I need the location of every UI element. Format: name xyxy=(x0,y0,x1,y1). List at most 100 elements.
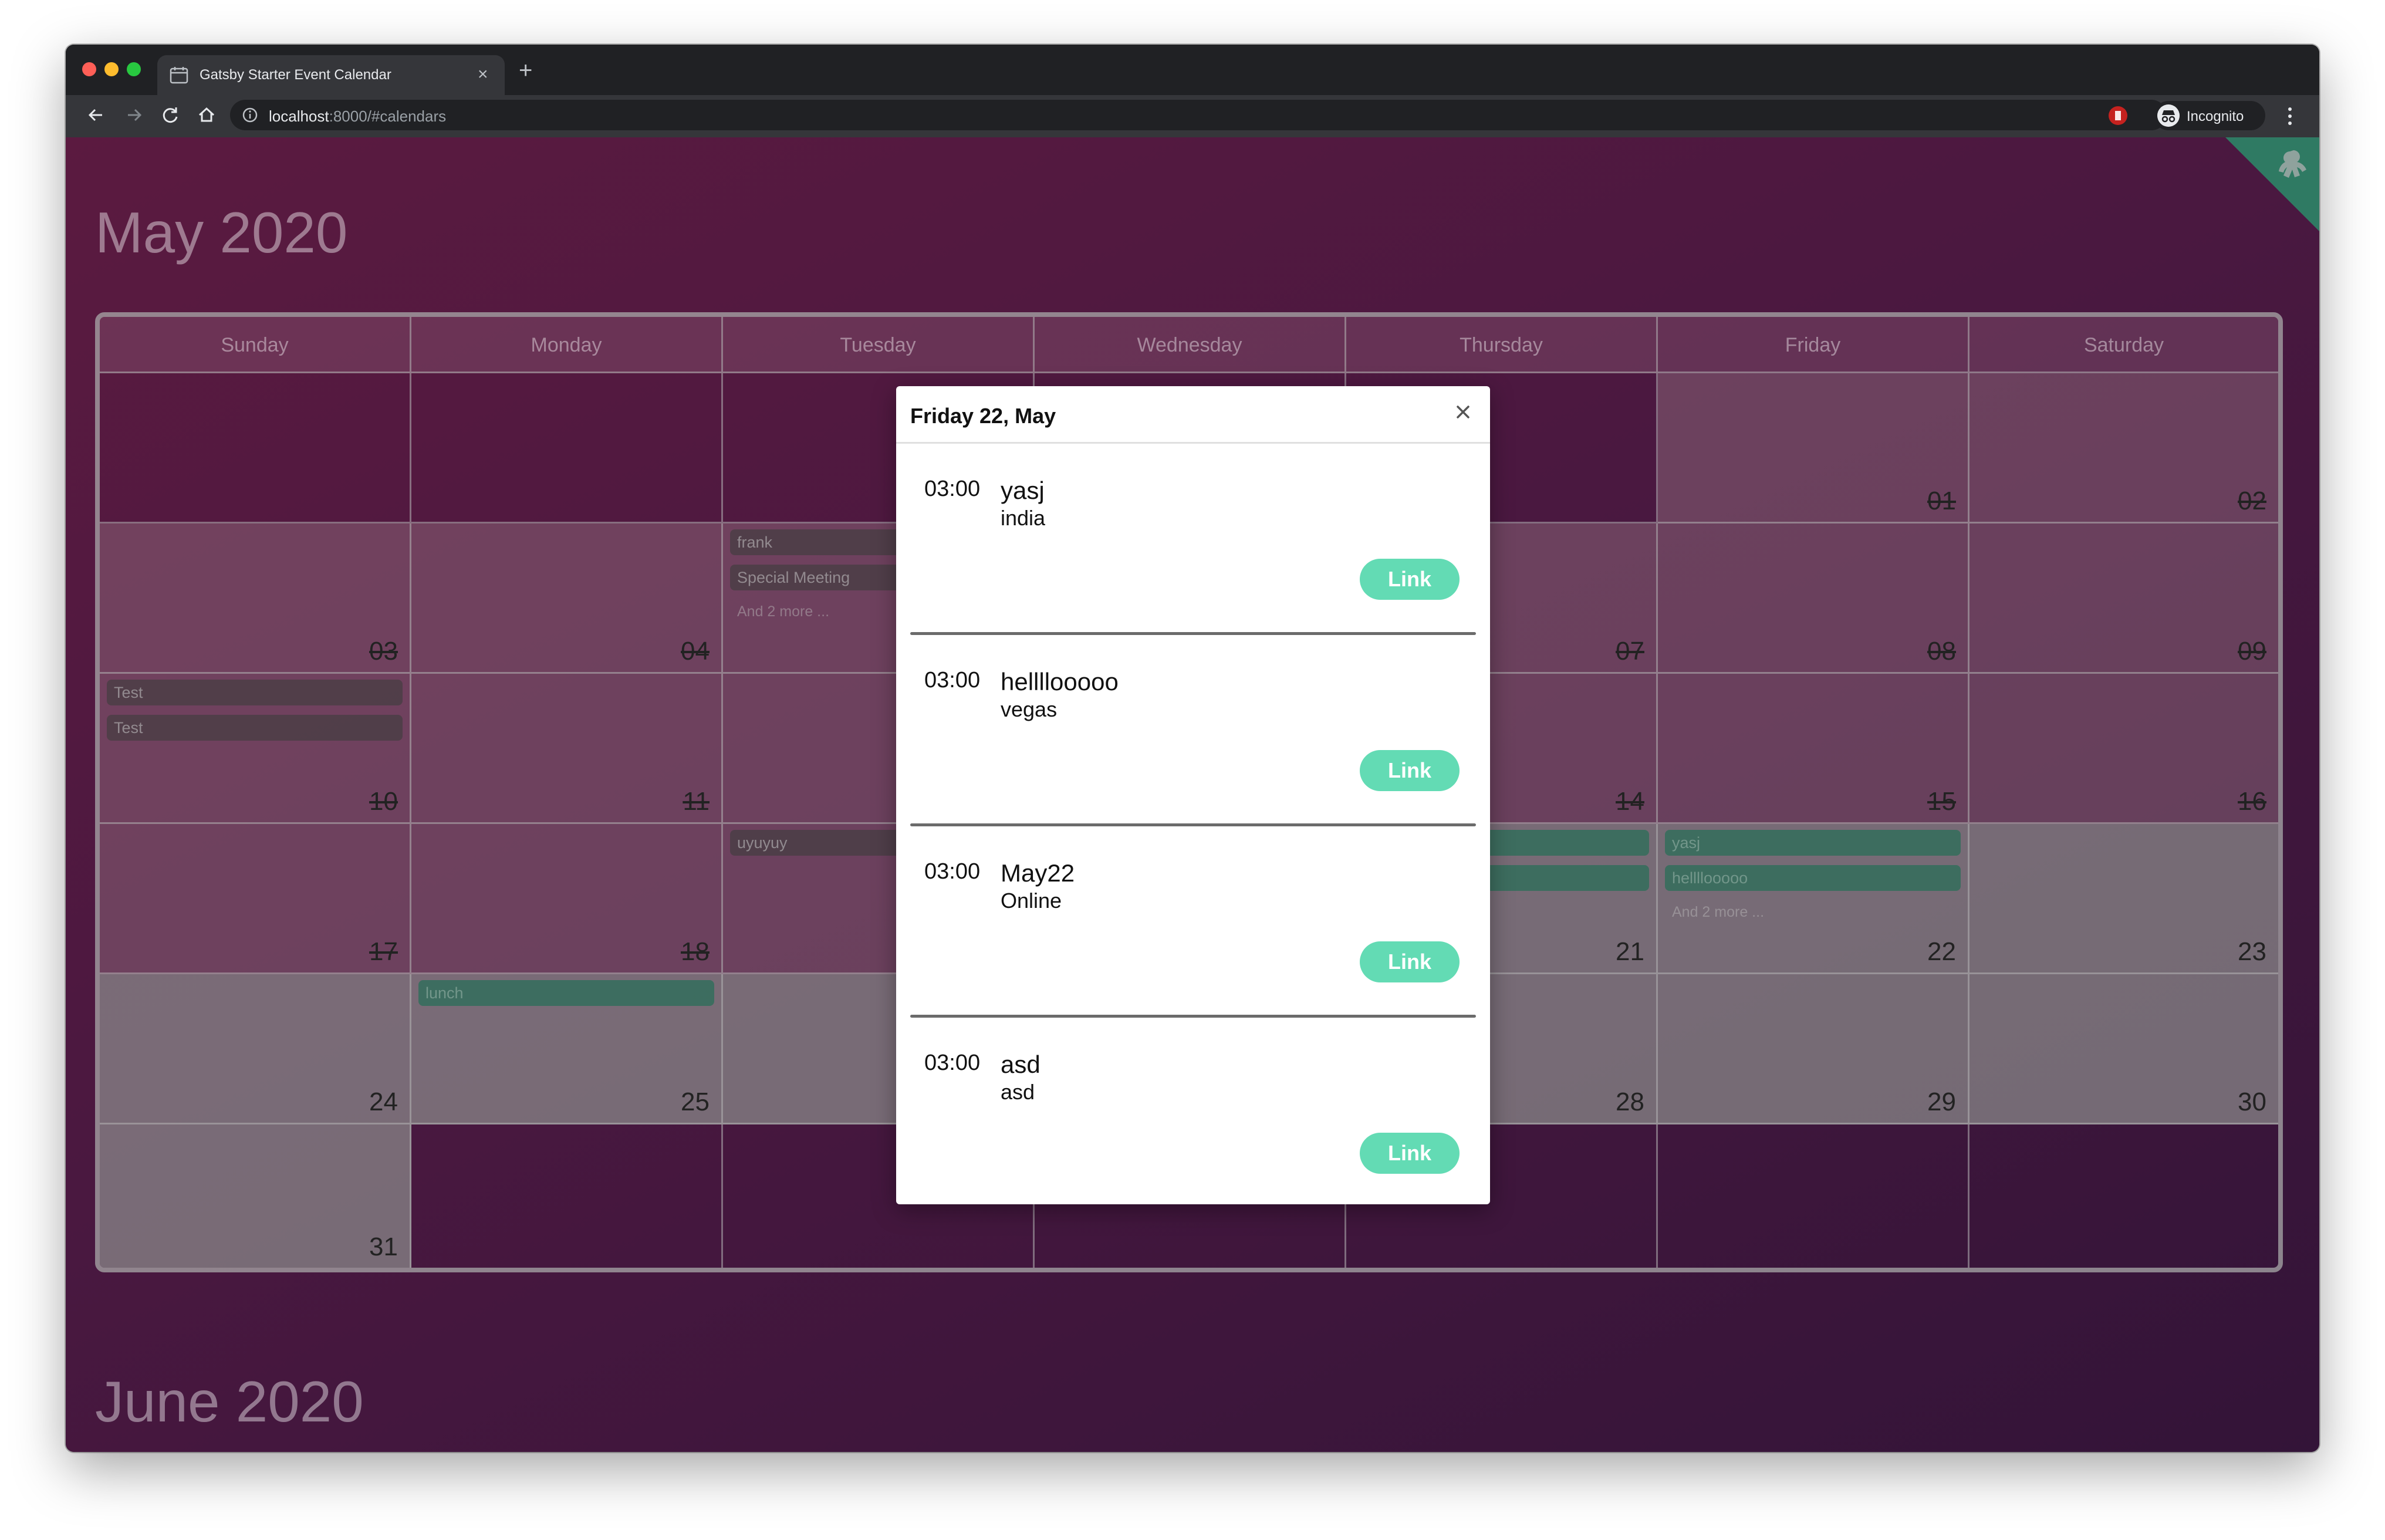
day-number: 02 xyxy=(2238,487,2266,515)
browser-menu-icon[interactable] xyxy=(2284,103,2296,129)
incognito-label: Incognito xyxy=(2187,109,2244,124)
day-cell[interactable]: Test Test 10 xyxy=(100,674,411,824)
event-link-button[interactable]: Link xyxy=(1360,1133,1460,1174)
day-cell[interactable]: 17 xyxy=(100,824,411,974)
event-link-button[interactable]: Link xyxy=(1360,941,1460,982)
day-cell[interactable]: 18 xyxy=(411,824,723,974)
forward-arrow-icon[interactable] xyxy=(122,103,146,127)
url-text: localhost:8000/#calendars xyxy=(269,107,447,125)
weekday-header: Saturday xyxy=(1970,317,2278,373)
minimize-window-button[interactable] xyxy=(104,62,119,76)
day-cell[interactable]: 09 xyxy=(1970,524,2278,674)
day-cell[interactable]: 08 xyxy=(1658,524,1970,674)
weekday-header: Tuesday xyxy=(723,317,1035,373)
event-chip[interactable]: Test xyxy=(107,715,403,741)
day-cell[interactable]: 30 xyxy=(1970,974,2278,1124)
day-number: 18 xyxy=(681,937,710,966)
info-icon[interactable] xyxy=(242,107,258,123)
tab-close-button[interactable]: × xyxy=(478,65,488,85)
event-chip[interactable]: hellllooooo xyxy=(1665,865,1961,891)
day-number: 25 xyxy=(681,1088,710,1116)
weekday-header: Wednesday xyxy=(1035,317,1346,373)
event-time: 03:00 xyxy=(924,668,981,693)
day-cell[interactable]: 02 xyxy=(1970,373,2278,524)
maximize-window-button[interactable] xyxy=(127,62,141,76)
day-cell[interactable]: 04 xyxy=(411,524,723,674)
calendar-icon xyxy=(170,67,188,84)
tab-title: Gatsby Starter Event Calendar xyxy=(200,67,391,83)
incognito-profile-button[interactable]: Incognito xyxy=(2154,101,2265,130)
close-window-button[interactable] xyxy=(82,62,96,76)
day-number: 15 xyxy=(1927,787,1956,816)
day-number: 29 xyxy=(1927,1088,1956,1116)
day-cell-empty xyxy=(411,1124,723,1268)
day-cell[interactable]: lunch 25 xyxy=(411,974,723,1124)
day-cell-empty xyxy=(411,373,723,524)
more-events-link[interactable]: And 2 more ... xyxy=(1672,904,1764,921)
browser-toolbar: localhost:8000/#calendars Incognito xyxy=(66,95,2319,139)
day-number: 30 xyxy=(2238,1088,2266,1116)
day-cell[interactable]: 15 xyxy=(1658,674,1970,824)
month-title-may: May 2020 xyxy=(95,200,348,265)
day-cell[interactable]: 23 xyxy=(1970,824,2278,974)
day-cell[interactable]: 24 xyxy=(100,974,411,1124)
day-number: 17 xyxy=(369,937,398,966)
modal-event-item: 03:00 yasj india Link xyxy=(910,444,1476,635)
weekday-header: Monday xyxy=(411,317,723,373)
day-events-modal: Friday 22, May 03:00 yasj india Link 03:… xyxy=(896,386,1490,1204)
event-link-button[interactable]: Link xyxy=(1360,750,1460,791)
github-octocat-icon[interactable] xyxy=(2269,146,2311,188)
close-icon[interactable] xyxy=(1452,401,1474,423)
day-number: 04 xyxy=(681,637,710,666)
event-location: Online xyxy=(1001,889,1062,913)
day-cell[interactable]: 01 xyxy=(1658,373,1970,524)
event-link-button[interactable]: Link xyxy=(1360,559,1460,600)
day-cell[interactable]: 11 xyxy=(411,674,723,824)
day-cell[interactable]: 16 xyxy=(1970,674,2278,824)
weekday-header: Sunday xyxy=(100,317,411,373)
event-time: 03:00 xyxy=(924,859,981,884)
event-chip[interactable]: yasj xyxy=(1665,830,1961,856)
day-number: 28 xyxy=(1616,1088,1644,1116)
event-name: asd xyxy=(1001,1051,1041,1078)
day-number: 14 xyxy=(1616,787,1644,816)
event-location: asd xyxy=(1001,1080,1035,1104)
day-cell[interactable]: 29 xyxy=(1658,974,1970,1124)
modal-header: Friday 22, May xyxy=(896,386,1490,444)
day-number: 08 xyxy=(1927,637,1956,666)
more-events-link[interactable]: And 2 more ... xyxy=(737,603,829,620)
modal-title: Friday 22, May xyxy=(910,404,1056,428)
event-name: hellllooooo xyxy=(1001,668,1119,695)
event-chip[interactable]: lunch xyxy=(418,980,714,1006)
day-number: 23 xyxy=(2238,937,2266,966)
extension-icon[interactable] xyxy=(2107,104,2129,127)
month-title-june: June 2020 xyxy=(95,1369,364,1434)
event-name: yasj xyxy=(1001,477,1045,504)
day-cell[interactable]: yasj hellllooooo And 2 more ... 22 xyxy=(1658,824,1970,974)
tab-strip: Gatsby Starter Event Calendar × + xyxy=(66,45,2319,95)
reload-icon[interactable] xyxy=(158,103,182,127)
weekday-header: Thursday xyxy=(1346,317,1658,373)
modal-event-item: 03:00 asd asd Link xyxy=(910,1018,1476,1204)
browser-tab[interactable]: Gatsby Starter Event Calendar × xyxy=(157,55,505,95)
address-bar[interactable]: localhost:8000/#calendars xyxy=(230,100,2245,130)
day-number: 31 xyxy=(369,1232,398,1261)
day-number: 24 xyxy=(369,1088,398,1116)
event-time: 03:00 xyxy=(924,477,981,501)
day-number: 09 xyxy=(2238,637,2266,666)
event-name: May22 xyxy=(1001,859,1075,887)
day-cell-empty xyxy=(1658,1124,1970,1268)
back-arrow-icon[interactable] xyxy=(85,103,108,127)
day-cell[interactable]: 31 xyxy=(100,1124,411,1268)
day-number: 07 xyxy=(1616,637,1644,666)
day-cell-empty xyxy=(1970,1124,2278,1268)
day-number: 22 xyxy=(1927,937,1956,966)
event-chip[interactable]: Test xyxy=(107,680,403,705)
home-icon[interactable] xyxy=(195,103,218,127)
event-location: vegas xyxy=(1001,697,1058,721)
weekday-header: Friday xyxy=(1658,317,1970,373)
event-time: 03:00 xyxy=(924,1051,981,1075)
modal-event-item: 03:00 May22 Online Link xyxy=(910,826,1476,1018)
day-cell[interactable]: 03 xyxy=(100,524,411,674)
new-tab-button[interactable]: + xyxy=(519,59,532,82)
